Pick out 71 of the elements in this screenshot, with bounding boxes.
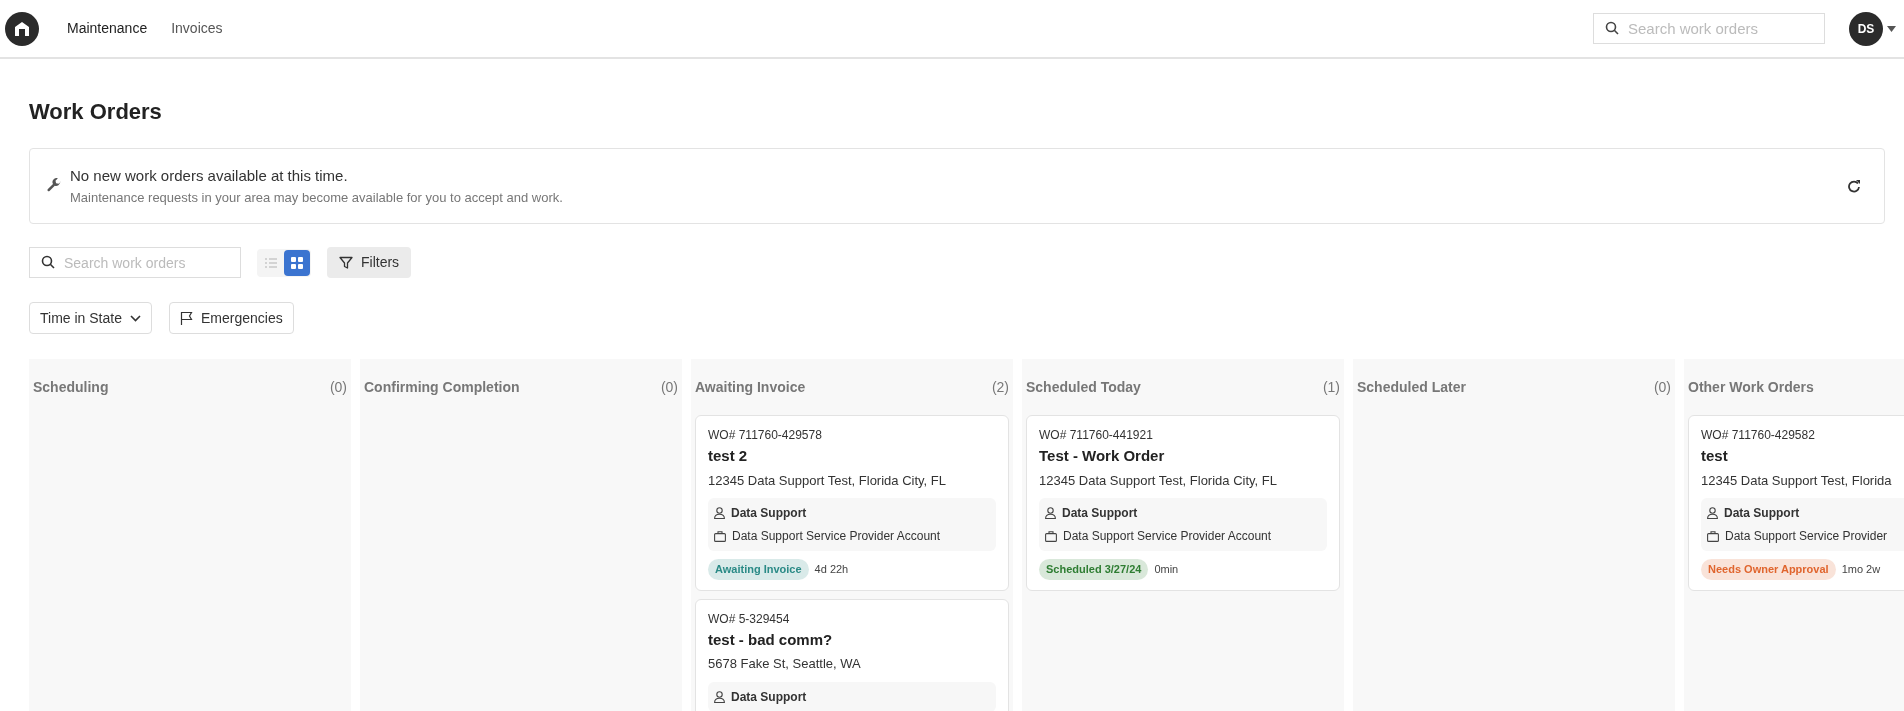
work-order-number: WO# 5-329454: [708, 610, 791, 628]
work-order-number: WO# 711760-429578: [708, 427, 823, 444]
time-in-state: 1mo 2w: [1841, 562, 1881, 577]
notice-heading: No new work orders available at this time.: [70, 166, 349, 186]
search-icon: [41, 255, 55, 269]
status-badge: Needs Owner Approval: [1701, 559, 1836, 580]
work-order-title: test 2: [708, 446, 749, 466]
sort-dropdown[interactable]: Time in State: [29, 302, 152, 334]
person-icon: [714, 507, 725, 519]
work-order-number: WO# 711760-441921: [1039, 427, 1154, 444]
status-badge: Scheduled 3/27/24: [1039, 559, 1149, 580]
account-name: Data Support Service Provider: [1725, 528, 1888, 545]
work-order-title: test: [1701, 446, 1729, 466]
contact-name: Data Support: [731, 688, 807, 706]
chevron-down-icon: [129, 314, 141, 322]
column-title: Awaiting Invoice: [695, 377, 806, 397]
search-field[interactable]: Search work orders: [1593, 13, 1825, 44]
home-logo-icon[interactable]: [5, 11, 39, 46]
work-order-address: 5678 Fake St, Seattle, WA: [708, 655, 862, 673]
column-title: Confirming Completion: [364, 377, 520, 397]
status-badge: Awaiting Invoice: [708, 559, 809, 580]
work-order-title: Test - Work Order: [1039, 446, 1166, 466]
work-order-address: 12345 Data Support Test, Florida City, FL: [1039, 471, 1278, 490]
briefcase-icon: [1707, 530, 1719, 542]
search-field[interactable]: Search work orders: [29, 247, 241, 278]
work-order-card[interactable]: WO# 711760-429582 test 12345 Data Support Test, Florida Data Support Data Support Service Provider Needs Owner Approval 1mo 2w: [1688, 415, 1904, 591]
contact-name: Data Support: [1724, 505, 1800, 522]
account-name: Data Support Service Provider Account: [1063, 528, 1272, 545]
caret-icon: [1887, 25, 1896, 32]
work-order-address: 12345 Data Support Test, Florida City, FL: [708, 471, 947, 490]
nav-link[interactable]: Maintenance: [67, 18, 148, 39]
contact-name: Data Support: [1062, 505, 1138, 522]
person-icon: [1707, 507, 1718, 519]
person-icon: [714, 690, 725, 703]
wrench-icon: [46, 178, 62, 194]
nav-link[interactable]: Invoices: [171, 18, 223, 39]
refresh-icon: [1847, 179, 1861, 193]
account-name: Data Support Service Provider Account: [732, 528, 941, 545]
time-in-state: 4d 22h: [814, 562, 849, 577]
column-title: Scheduled Today: [1026, 377, 1141, 397]
grid-icon: [291, 256, 303, 269]
person-icon: [1045, 507, 1056, 519]
contact-name: Data Support: [731, 505, 807, 522]
work-order-card[interactable]: WO# 5-329454 test - bad comm? 5678 Fake St, Seattle, WA Data Support: [695, 598, 1009, 711]
column-title: Scheduling: [33, 377, 109, 397]
column-count: (0): [660, 377, 678, 397]
time-in-state: 0min: [1154, 562, 1179, 577]
work-order-number: WO# 711760-429582: [1701, 427, 1816, 444]
notice-text: Maintenance requests in your area may become available for you to accept and work.: [70, 188, 564, 207]
briefcase-icon: [714, 530, 726, 542]
column-count: (0): [1653, 377, 1671, 397]
column-title: Scheduled Later: [1357, 377, 1466, 397]
work-order-card[interactable]: WO# 711760-429578 test 2 12345 Data Support Test, Florida City, FL Data Support Data Support Service Provider Account Awaiting Invoice 4d 22h: [695, 415, 1009, 591]
emergencies-button[interactable]: Emergencies: [168, 302, 294, 334]
work-order-title: test - bad comm?: [708, 629, 834, 650]
grid-view-button[interactable]: [284, 249, 310, 276]
search-icon: [1605, 21, 1619, 35]
briefcase-icon: [1045, 530, 1057, 542]
avatar: DS: [1849, 11, 1883, 46]
column-count: (0): [329, 377, 347, 397]
filter-icon: [339, 255, 353, 270]
list-icon: [265, 257, 277, 268]
work-order-card[interactable]: WO# 711760-441921 Test - Work Order 12345 Data Support Test, Florida City, FL Data Support Data Support Service Provider Account Scheduled 3/27/24 0min: [1026, 415, 1340, 591]
user-menu[interactable]: DS: [1849, 11, 1896, 46]
column-count: (1): [1322, 377, 1340, 397]
column-count: (2): [991, 377, 1009, 397]
page-title: Work Orders: [29, 98, 163, 126]
flag-icon: [179, 311, 193, 325]
filters-button[interactable]: Filters: [327, 247, 412, 278]
work-order-address: 12345 Data Support Test, Florida: [1701, 471, 1893, 490]
column-title: Other Work Orders: [1688, 377, 1814, 397]
